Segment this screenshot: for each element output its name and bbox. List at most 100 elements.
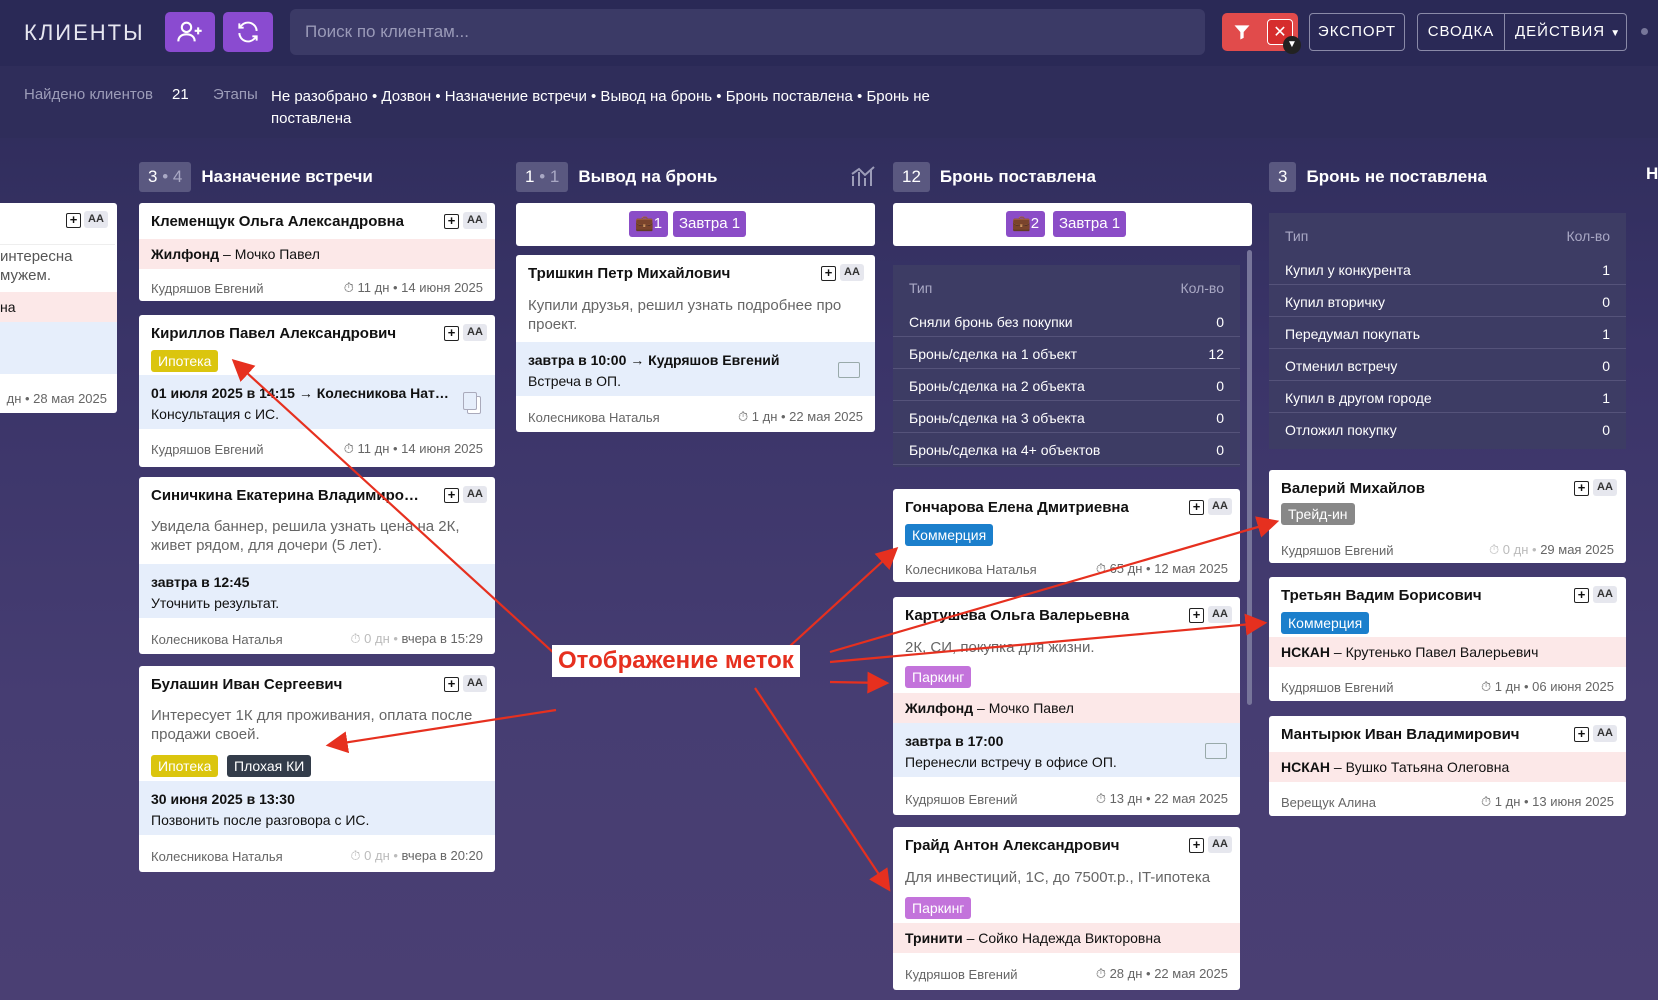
column-count: 1 • 1 — [516, 162, 569, 192]
add-client-button[interactable] — [165, 12, 215, 52]
aa-icon[interactable]: AA — [463, 212, 487, 229]
briefcase-icon[interactable] — [1205, 743, 1227, 759]
add-icon[interactable]: + — [444, 677, 459, 692]
export-button[interactable]: ЭКСПОРТ — [1309, 13, 1405, 51]
tag-badge[interactable]: Коммерция — [1281, 612, 1370, 634]
aa-icon[interactable]: AA — [463, 486, 487, 503]
briefcase-icon: 💼 — [1012, 215, 1031, 232]
client-card[interactable]: Синичкина Екатерина Владимиро… + AA Увид… — [139, 477, 495, 654]
stages-value[interactable]: Не разобрано • Дозвон • Назначение встре… — [271, 86, 951, 130]
status-dot — [1641, 28, 1648, 35]
client-name[interactable]: Булашин Иван Сергеевич — [151, 676, 431, 693]
column-count: 3 — [1269, 162, 1297, 192]
scrollbar[interactable] — [1247, 250, 1252, 705]
client-card[interactable]: Мантырюк Иван Владимирович + AA НСКАН – … — [1269, 716, 1626, 816]
add-icon[interactable]: + — [444, 488, 459, 503]
card-meta: ⏱ 0 дн • 29 мая 2025 — [1489, 542, 1614, 557]
add-icon[interactable]: + — [444, 326, 459, 341]
client-card[interactable]: Третьян Вадим Борисович + AA Коммерция Н… — [1269, 577, 1626, 701]
client-card[interactable]: Клеменщук Ольга Александровна + AA Жилфо… — [139, 203, 495, 301]
client-name[interactable]: Синичкина Екатерина Владимиро… — [151, 487, 441, 504]
actions-dropdown[interactable]: ДЕЙСТВИЯ ▼ — [1505, 13, 1627, 51]
tomorrow-pill[interactable]: Завтра 1 — [673, 211, 747, 237]
add-icon[interactable]: + — [821, 266, 836, 281]
table-row: Купил вторичку 0 — [1269, 287, 1626, 317]
client-name[interactable]: Кириллов Павел Александрович — [151, 325, 431, 342]
search-input[interactable] — [290, 9, 1205, 55]
add-icon[interactable]: + — [1574, 588, 1589, 603]
tag-badge[interactable]: Ипотека — [151, 755, 219, 777]
tag-badge[interactable]: Плохая КИ — [227, 755, 312, 777]
briefcase-pill[interactable]: 💼2 — [1006, 211, 1046, 237]
client-name[interactable]: Клеменщук Ольга Александровна — [151, 213, 431, 230]
add-icon[interactable]: + — [1574, 481, 1589, 496]
found-label: Найдено клиентов — [24, 86, 153, 103]
briefcase-icon[interactable] — [838, 362, 860, 378]
card-responsible: НСКАН – Крутенько Павел Валерьевич — [1269, 637, 1626, 667]
summary-button[interactable]: СВОДКА — [1417, 13, 1505, 51]
client-name[interactable]: Валерий Михайлов — [1281, 480, 1561, 497]
column-header-not-booked: 3 Бронь не поставлена — [1269, 162, 1487, 192]
tag-badge[interactable]: Ипотека — [151, 350, 219, 372]
add-icon[interactable]: + — [1189, 608, 1204, 623]
aa-icon[interactable]: AA — [1593, 725, 1617, 742]
add-user-icon — [177, 21, 202, 42]
aa-icon[interactable]: AA — [463, 675, 487, 692]
tag-badge[interactable]: Трейд-ин — [1281, 503, 1355, 525]
briefcase-pill[interactable]: 💼1 — [629, 211, 669, 237]
card-meta: ⏱ 11 дн • 14 июня 2025 — [343, 441, 483, 456]
aa-icon[interactable]: AA — [1593, 479, 1617, 496]
table-row: Отменил встречу 0 — [1269, 351, 1626, 381]
aa-icon[interactable]: AA — [1208, 836, 1232, 853]
divider — [0, 244, 115, 245]
client-name[interactable]: Грайд Антон Александрович — [905, 837, 1185, 854]
client-card[interactable]: Валерий Михайлов + AA Трейд-ин Кудряшов … — [1269, 470, 1626, 563]
aa-icon[interactable]: AA — [84, 211, 108, 228]
client-name[interactable]: Гончарова Елена Дмитриевна — [905, 499, 1185, 516]
card-meta: ⏱ 65 дн • 12 мая 2025 — [1095, 561, 1228, 576]
tag-badge[interactable]: Паркинг — [905, 897, 972, 919]
client-card[interactable]: Гончарова Елена Дмитриевна + AA Коммерци… — [893, 489, 1240, 582]
client-card[interactable]: Тришкин Петр Михайлович + AA Купили друз… — [516, 255, 875, 432]
column-count: 12 — [893, 162, 930, 192]
aa-icon[interactable]: AA — [1208, 498, 1232, 515]
card-manager: Верещук Алина — [1281, 795, 1376, 810]
add-icon[interactable]: + — [444, 214, 459, 229]
filter-button[interactable] — [1222, 13, 1262, 51]
aa-icon[interactable]: AA — [840, 264, 864, 281]
tag-badge[interactable]: Коммерция — [905, 524, 994, 546]
aa-icon[interactable]: AA — [1593, 586, 1617, 603]
client-card[interactable]: Булашин Иван Сергеевич + AA Интересует 1… — [139, 666, 495, 872]
add-icon[interactable]: + — [1574, 727, 1589, 742]
client-name[interactable]: Тришкин Петр Михайлович — [528, 265, 808, 282]
client-name[interactable]: Картушева Ольга Валерьевна — [905, 607, 1185, 624]
client-card[interactable]: Картушева Ольга Валерьевна + AA 2К, СИ, … — [893, 597, 1240, 815]
table-row: Купил в другом городе 1 — [1269, 383, 1626, 413]
copy-icon[interactable] — [463, 392, 477, 410]
column-title: Назначение встречи — [201, 167, 373, 186]
partial-client-card[interactable]: + AA интересна мужем. на дн • 28 мая 202… — [0, 203, 117, 413]
add-icon[interactable]: + — [1189, 500, 1204, 515]
client-name[interactable]: Мантырюк Иван Владимирович — [1281, 726, 1561, 743]
table-row: Бронь/сделка на 3 объекта 0 — [893, 403, 1240, 433]
aa-icon[interactable]: AA — [463, 324, 487, 341]
client-card[interactable]: Кириллов Павел Александрович + AA Ипотек… — [139, 315, 495, 467]
timer-icon: ⏱ — [1095, 791, 1106, 806]
client-name[interactable]: Третьян Вадим Борисович — [1281, 587, 1561, 604]
table-row: Купил у конкурента 1 — [1269, 255, 1626, 285]
chevron-down-icon[interactable]: ▼ — [1283, 36, 1301, 54]
tomorrow-pill[interactable]: Завтра 1 — [1053, 211, 1127, 237]
aa-icon[interactable]: AA — [1208, 606, 1232, 623]
card-task: завтра в 10:00 → Кудряшов Евгений Встреча… — [516, 342, 875, 396]
add-icon[interactable]: + — [1189, 838, 1204, 853]
add-icon[interactable]: + — [66, 213, 81, 228]
card-meta: ⏱ 0 дн • вчера в 20:20 — [350, 848, 483, 863]
timer-icon: ⏱ — [343, 280, 354, 295]
chart-icon[interactable] — [850, 164, 876, 188]
actions-label: ДЕЙСТВИЯ — [1515, 23, 1606, 40]
tag-badge[interactable]: Паркинг — [905, 666, 972, 688]
card-task: 01 июля 2025 в 14:15 → Колесникова Нат… К… — [139, 375, 495, 429]
refresh-button[interactable] — [223, 12, 273, 52]
summary-pills: 💼1 Завтра 1 — [516, 203, 875, 246]
client-card[interactable]: Грайд Антон Александрович + AA Для инвес… — [893, 827, 1240, 990]
